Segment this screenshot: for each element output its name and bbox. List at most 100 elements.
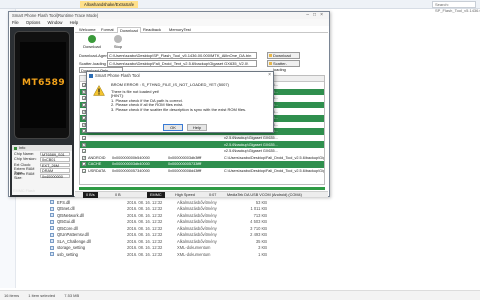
file-row[interactable]: Qt5Network.dll 2016. 08. 16. 12:32 Alkalma…: [50, 212, 280, 219]
app-title: Smart Phone Flash Tool(Runtime Trace Mod…: [12, 13, 99, 18]
partition-end: 0x000000003db3ffff: [168, 155, 202, 160]
stop-button-label: Stop: [113, 44, 123, 49]
file-name: EFS.dll: [57, 199, 71, 205]
chip-info-panel: Info Chip Name: MT6589_S01 Chip Version: 0…: [12, 145, 72, 195]
dll-icon: [50, 232, 54, 237]
partition-row[interactable]: CACHE 0x000000003db40000 0x000000005733fff…: [80, 161, 324, 168]
download-agent-label: Download-Agent: [79, 53, 109, 58]
file-name: SLA_Challenge.dll: [57, 238, 91, 244]
dll-icon: [50, 200, 54, 205]
info-key: Extern RAM Size:: [14, 172, 35, 181]
help-button[interactable]: Help: [187, 124, 207, 131]
file-size: 4 503 KB: [250, 219, 267, 225]
file-row[interactable]: QtUnPatternsv.dll 2016. 08. 16. 12:32 Alka…: [50, 232, 280, 239]
file-row[interactable]: Qt5Gui.dll 2016. 08. 16. 12:32 Alkalmazásb…: [50, 219, 280, 226]
warning-icon: [93, 85, 105, 96]
partition-location: v2.5.6\backup\Gigaset GX635...: [224, 142, 278, 147]
file-name: storage_setting: [57, 245, 85, 251]
app-menubar: File Options Window Help: [9, 19, 329, 26]
tab-download[interactable]: Download: [117, 27, 141, 33]
status-size: 0 B: [115, 193, 121, 197]
dll-icon: [50, 219, 54, 224]
menu-file[interactable]: File: [12, 20, 19, 25]
tab-format[interactable]: Format: [99, 27, 116, 33]
file-type: Alkalmazásbővítmény: [177, 232, 217, 238]
partition-location: v2.5.6\backup\Gigaset GX635...: [224, 136, 278, 141]
stop-button[interactable]: Stop: [107, 34, 129, 50]
status-time: 0:07: [209, 193, 217, 197]
menu-help[interactable]: Help: [70, 20, 79, 25]
emmc-flash-label: EMMC Flash: [13, 189, 35, 193]
partition-begin: 0x000000000b540000: [112, 155, 150, 160]
file-type: Alkalmazásbővítmény: [177, 219, 217, 225]
download-button-label: Download: [83, 44, 101, 49]
partition-checkbox[interactable]: [82, 169, 86, 174]
file-size: 53 KB: [255, 199, 267, 205]
info-header[interactable]: Info: [12, 145, 72, 151]
partition-row[interactable]: v2.5.6\backup\Gigaset GX635...: [80, 148, 324, 155]
partition-row[interactable]: v2.5.6\backup\Gigaset GX635...: [80, 135, 324, 142]
file-type: Alkalmazásbővítmény: [177, 206, 217, 212]
download-arrow-icon: [88, 35, 96, 43]
info-key: Chip Version:: [14, 157, 37, 162]
ok-button[interactable]: OK: [163, 124, 183, 131]
xml-file-icon: [50, 252, 54, 257]
info-key: Chip Name:: [14, 151, 35, 156]
xml-file-icon: [50, 245, 54, 250]
dialog-titlebar: Smart Phone Flash Tool ×: [87, 72, 273, 79]
info-value: 0xCB01: [40, 157, 70, 162]
partition-checkbox[interactable]: [82, 136, 86, 141]
app-status-bar: 0 B/s 0 B EMMC High Speed 0:07 MediaTek …: [75, 191, 328, 198]
download-toolbar: Download Stop: [75, 34, 328, 50]
file-name: usb_setting: [57, 251, 78, 257]
file-date: 2016. 08. 16. 12:32: [127, 212, 163, 218]
file-row[interactable]: storage_setting 2016. 08. 16. 12:32 XML-do…: [50, 245, 280, 252]
file-size: 2 493 KB: [250, 232, 267, 238]
info-value: EXT_26M: [40, 162, 70, 168]
partition-row[interactable]: v2.5.6\backup\Gigaset GX635...: [80, 141, 324, 148]
menu-options[interactable]: Options: [26, 20, 40, 25]
scatter-file-field[interactable]: C:\Users\szabo\Desktop\Fali_Droid_Text_v…: [107, 60, 257, 67]
file-row[interactable]: Qt5Core.dll 2016. 08. 16. 12:32 Alkalmazás…: [50, 225, 280, 232]
explorer-status-bar: 16 items 1 item selected 7.53 MB: [0, 290, 480, 300]
download-agent-field[interactable]: C:\Users\szabo\Desktop\SP_Flash_Tool_v5.…: [107, 52, 257, 59]
explorer-titlebar: Allowhandshake/ExtraSafe Search: SP_Flas…: [0, 0, 480, 13]
partition-row[interactable]: ANDROID 0x000000000b540000 0x000000003db3f…: [80, 155, 324, 162]
phone-panel: MT6589 Info Chip Name: MT6589_S01 Chip Ve…: [10, 27, 74, 197]
file-date: 2016. 08. 16. 12:32: [127, 199, 163, 205]
file-size: 1 KB: [258, 251, 267, 257]
progress-bar: [79, 187, 325, 190]
dll-icon: [50, 213, 54, 218]
file-row[interactable]: usb_setting 2016. 08. 16. 12:32 XML-dokume…: [50, 251, 280, 258]
info-value: MT6589_S01: [40, 151, 70, 156]
app-icon: [89, 73, 93, 78]
explorer-path-highlight: Allowhandshake/ExtraSafe: [80, 1, 139, 8]
status-speed: 0 B/s: [83, 192, 98, 198]
partition-checkbox[interactable]: [82, 162, 86, 167]
partition-location: C:\Users\szabo\Desktop\Fali_Droid_Tool_v…: [224, 155, 324, 160]
file-row[interactable]: SLA_Challenge.dll 2016. 08. 16. 12:32 Alka…: [50, 238, 280, 245]
tab-readback[interactable]: Readback: [141, 27, 163, 33]
file-type: Alkalmazásbővítmény: [177, 238, 217, 244]
file-date: 2016. 08. 16. 12:32: [127, 206, 163, 212]
partition-checkbox[interactable]: [82, 155, 86, 160]
partition-checkbox[interactable]: [82, 149, 86, 154]
window-controls[interactable]: –□×: [306, 12, 327, 19]
download-agent-button[interactable]: Download Agent: [267, 52, 300, 64]
close-icon[interactable]: ×: [268, 72, 271, 79]
explorer-search-input[interactable]: Search: SP_Flash_Tool_v5.1436.00.00...: [432, 1, 480, 13]
file-row[interactable]: EFS.dll 2016. 08. 16. 12:32 Alkalmazásbőví…: [50, 199, 280, 206]
info-row: Extern RAM Size: 0x40000000: [12, 172, 72, 181]
file-size: 3 710 KB: [250, 225, 267, 231]
partition-begin: 0x0000000057340000: [112, 169, 150, 174]
scatter-loading-button[interactable]: Scatter-loading: [267, 60, 300, 72]
download-button[interactable]: Download: [81, 34, 103, 50]
app-titlebar: Smart Phone Flash Tool(Runtime Trace Mod…: [9, 12, 329, 19]
file-type: Alkalmazásbővítmény: [177, 212, 217, 218]
partition-row[interactable]: USRDATA 0x0000000057340000 0x000000008d43f…: [80, 168, 324, 175]
tab-welcome[interactable]: Welcome: [77, 27, 98, 33]
partition-checkbox[interactable]: [82, 142, 86, 147]
tab-memorytest[interactable]: MemoryTest: [167, 27, 193, 33]
menu-window[interactable]: Window: [48, 20, 63, 25]
file-row[interactable]: Qt5net.dll 2016. 08. 16. 12:32 Alkalmazásb…: [50, 206, 280, 213]
